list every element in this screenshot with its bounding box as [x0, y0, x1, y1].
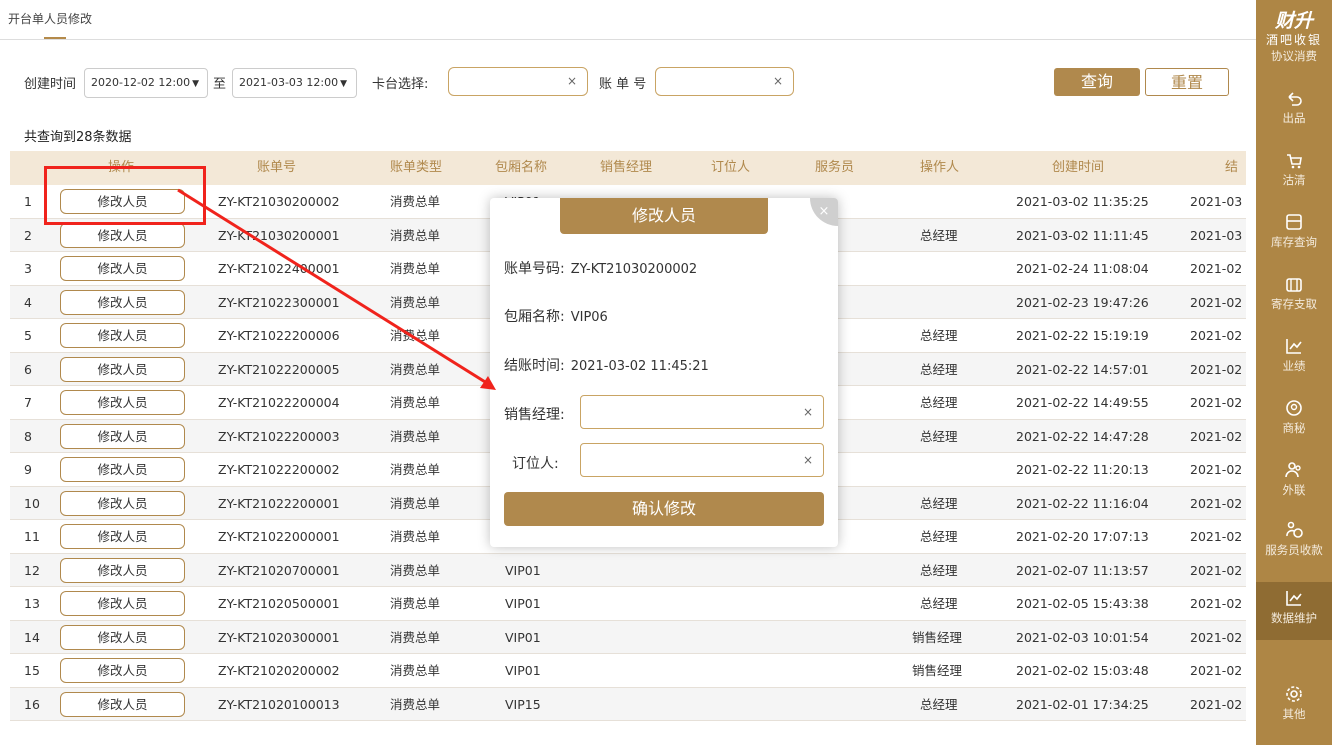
annotation-arrow: [177, 188, 496, 390]
annotation-arrow-line: [177, 188, 491, 387]
annotation-arrow-head: [480, 376, 496, 390]
